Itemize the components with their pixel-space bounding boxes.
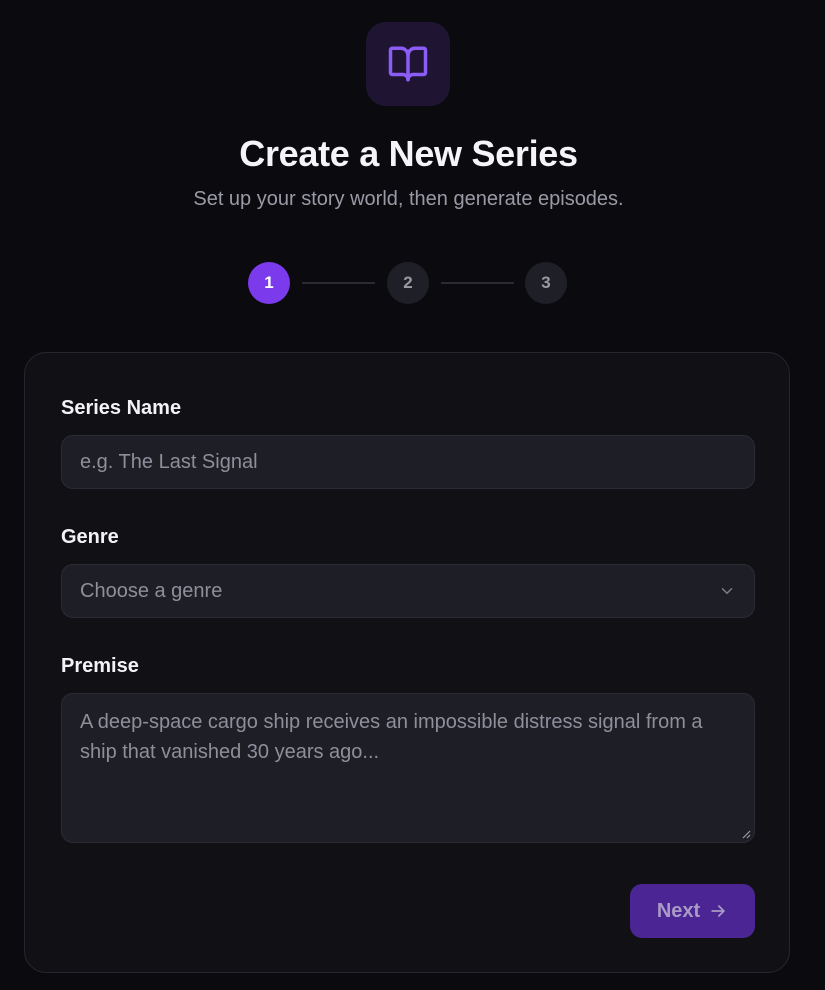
page-subtitle: Set up your story world, then generate e…: [193, 188, 624, 210]
step-connector: [302, 282, 375, 284]
premise-textarea[interactable]: A deep-space cargo ship receives an impo…: [61, 693, 755, 843]
series-name-label: Series Name: [61, 397, 182, 419]
series-name-input[interactable]: e.g. The Last Signal: [61, 435, 755, 489]
arrow-right-icon: [711, 905, 725, 917]
create-series-page: Create a New Series Set up your story wo…: [0, 0, 825, 990]
page-title: Create a New Series: [239, 133, 578, 174]
series-form-card: Series Name e.g. The Last Signal Genre C…: [24, 352, 790, 973]
genre-label: Genre: [61, 526, 119, 548]
book-open-icon: [388, 46, 428, 82]
premise-placeholder: A deep-space cargo ship receives an impo…: [80, 711, 703, 763]
series-name-placeholder: e.g. The Last Signal: [80, 450, 258, 473]
premise-label: Premise: [61, 655, 139, 677]
genre-selected-value: Choose a genre: [80, 579, 223, 602]
genre-select[interactable]: Choose a genre: [61, 564, 755, 618]
step-2: 2: [387, 262, 429, 304]
next-button-label: Next: [656, 899, 701, 922]
step-3: 3: [525, 262, 567, 304]
chevron-down-icon: [721, 588, 733, 594]
step-connector: [441, 282, 514, 284]
step-1: 1: [248, 262, 290, 304]
next-button[interactable]: Next: [630, 884, 755, 938]
stepper: 1 2 3: [248, 262, 568, 304]
logo-tile: [366, 22, 450, 106]
resize-handle-icon[interactable]: [741, 829, 751, 839]
